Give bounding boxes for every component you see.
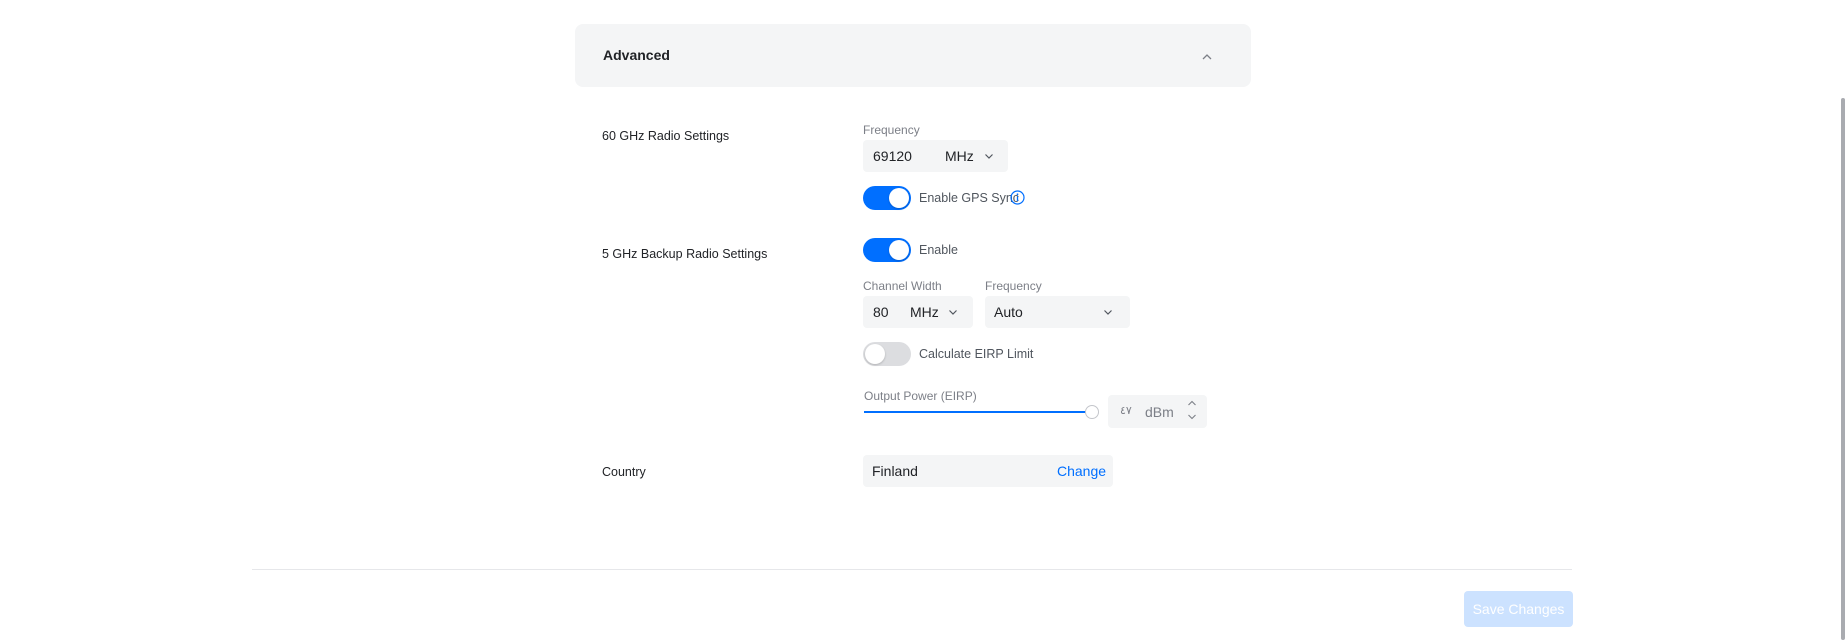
toggle-knob [889,188,909,208]
channel-width-select[interactable]: 80 MHz [863,296,973,328]
chevron-down-icon [949,310,957,315]
save-changes-button[interactable]: Save Changes [1464,591,1573,627]
chevron-down-icon [1104,310,1112,315]
change-country-link[interactable]: Change [1057,463,1106,479]
scrollbar-thumb[interactable] [1841,98,1845,640]
country-value: Finland [872,463,918,479]
output-power-unit: dBm [1145,404,1174,420]
toggle-knob [865,344,885,364]
radio60-frequency-unit: MHz [945,148,974,164]
chevron-up-icon[interactable] [1200,50,1214,64]
gps-sync-toggle[interactable] [863,186,911,210]
country-field: Finland Change [863,455,1113,487]
radio60-frequency-value: 69120 [873,148,912,164]
channel-width-value: 80 [873,304,889,320]
eirp-limit-toggle[interactable] [863,342,911,366]
output-power-label: Output Power (EIRP) [864,389,977,403]
chevron-down-icon [985,154,993,159]
advanced-section-header[interactable]: Advanced [575,24,1251,87]
output-power-slider-handle[interactable] [1085,405,1099,419]
stepper-up-icon[interactable] [1186,398,1198,408]
advanced-title: Advanced [603,47,670,63]
radio60-settings-label: 60 GHz Radio Settings [602,129,730,143]
toggle-knob [889,240,909,260]
footer-divider [252,569,1572,570]
eirp-limit-label: Calculate EIRP Limit [919,347,1034,361]
radio5-frequency-value: Auto [994,304,1023,320]
output-power-slider-track[interactable] [864,411,1092,413]
radio5-frequency-select[interactable]: Auto [985,296,1130,328]
stepper-down-icon[interactable] [1186,412,1198,422]
scrollbar[interactable] [1838,0,1846,640]
info-icon[interactable] [1010,190,1025,205]
output-power-input[interactable]: ٤٧ dBm [1108,395,1207,428]
output-power-value: ٤٧ [1120,405,1132,417]
radio5-frequency-label: Frequency [985,279,1042,293]
channel-width-unit: MHz [910,304,939,320]
gps-sync-label: Enable GPS Sync [919,191,1020,205]
radio5-enable-toggle[interactable] [863,238,911,262]
radio60-frequency-label: Frequency [863,123,920,137]
radio60-frequency-select[interactable]: 69120 MHz [863,140,1008,172]
radio5-settings-label: 5 GHz Backup Radio Settings [602,247,768,261]
radio5-enable-label: Enable [919,243,958,257]
country-label: Country [602,465,646,479]
channel-width-label: Channel Width [863,279,942,293]
